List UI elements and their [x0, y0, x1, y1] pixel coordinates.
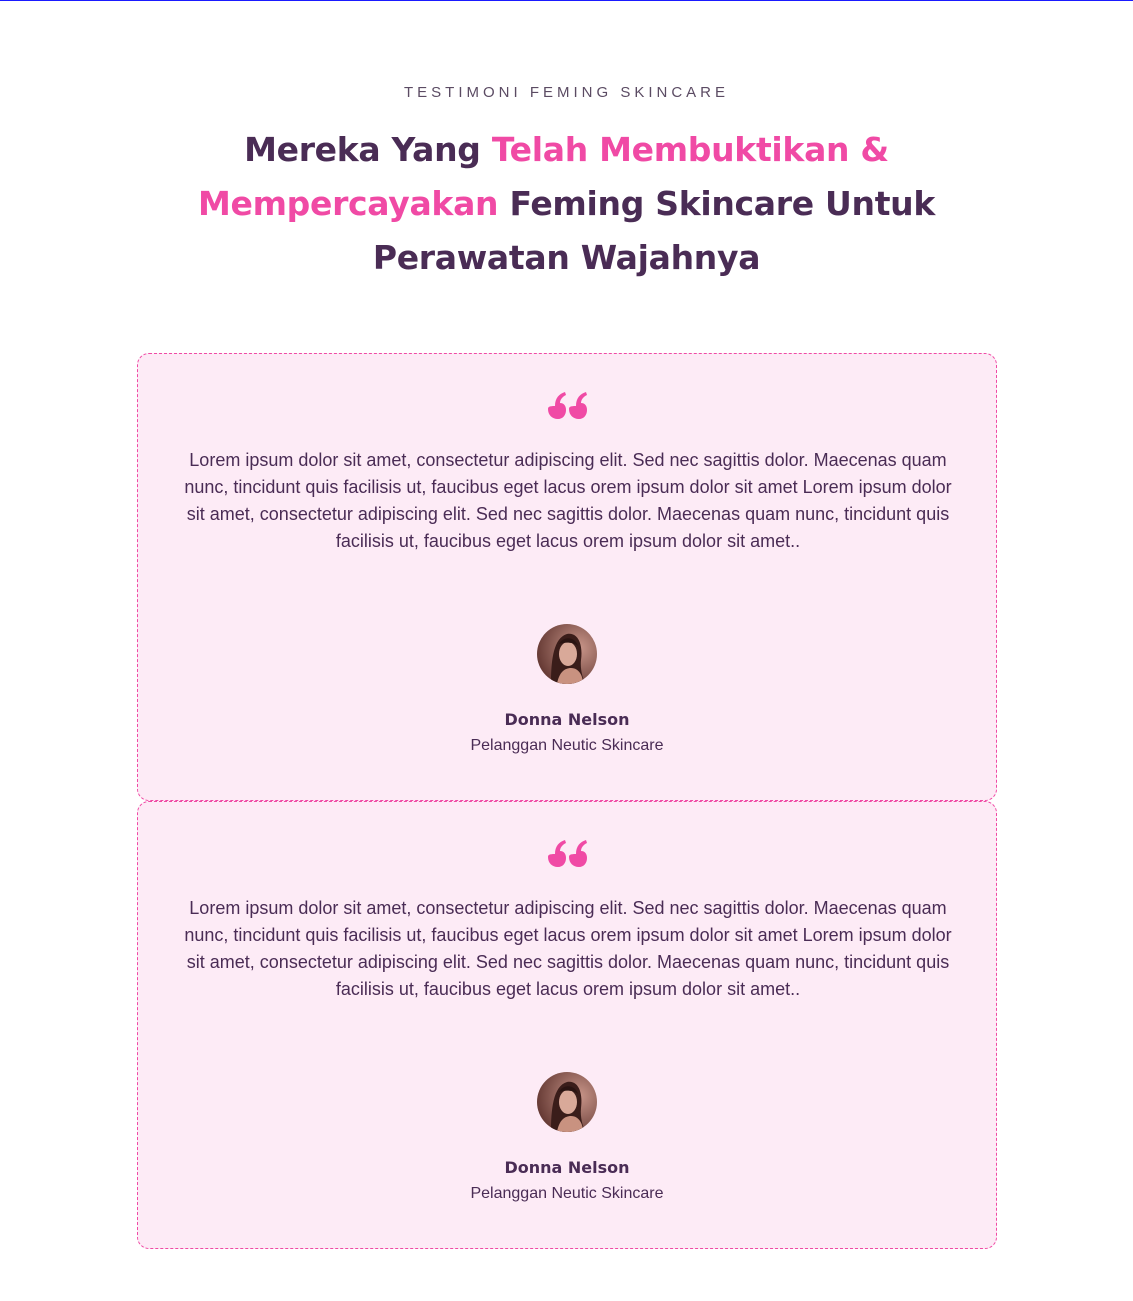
author-name: Donna Nelson	[504, 710, 630, 729]
testimonial-text: Lorem ipsum dolor sit amet, consectetur …	[184, 450, 952, 551]
testimonial-card: Lorem ipsum dolor sit amet, consectetur …	[137, 353, 997, 801]
author-role: Pelanggan Neutic Skincare	[470, 1185, 664, 1202]
avatar	[537, 624, 597, 684]
author-name: Donna Nelson	[504, 1158, 630, 1177]
testimonial-text: Lorem ipsum dolor sit amet, consectetur …	[184, 898, 952, 999]
testimonial-card: Lorem ipsum dolor sit amet, consectetur …	[137, 801, 997, 1249]
section-eyebrow: TESTIMONI FEMING SKINCARE	[403, 84, 729, 101]
avatar	[537, 1072, 597, 1132]
author-role: Pelanggan Neutic Skincare	[470, 737, 664, 754]
section-headline: Mereka Yang Telah Membuktikan & Memperca…	[176, 123, 957, 285]
headline-part: Mereka Yang	[244, 130, 492, 169]
quote-left-icon	[138, 840, 996, 872]
quote-left-icon	[138, 392, 996, 424]
